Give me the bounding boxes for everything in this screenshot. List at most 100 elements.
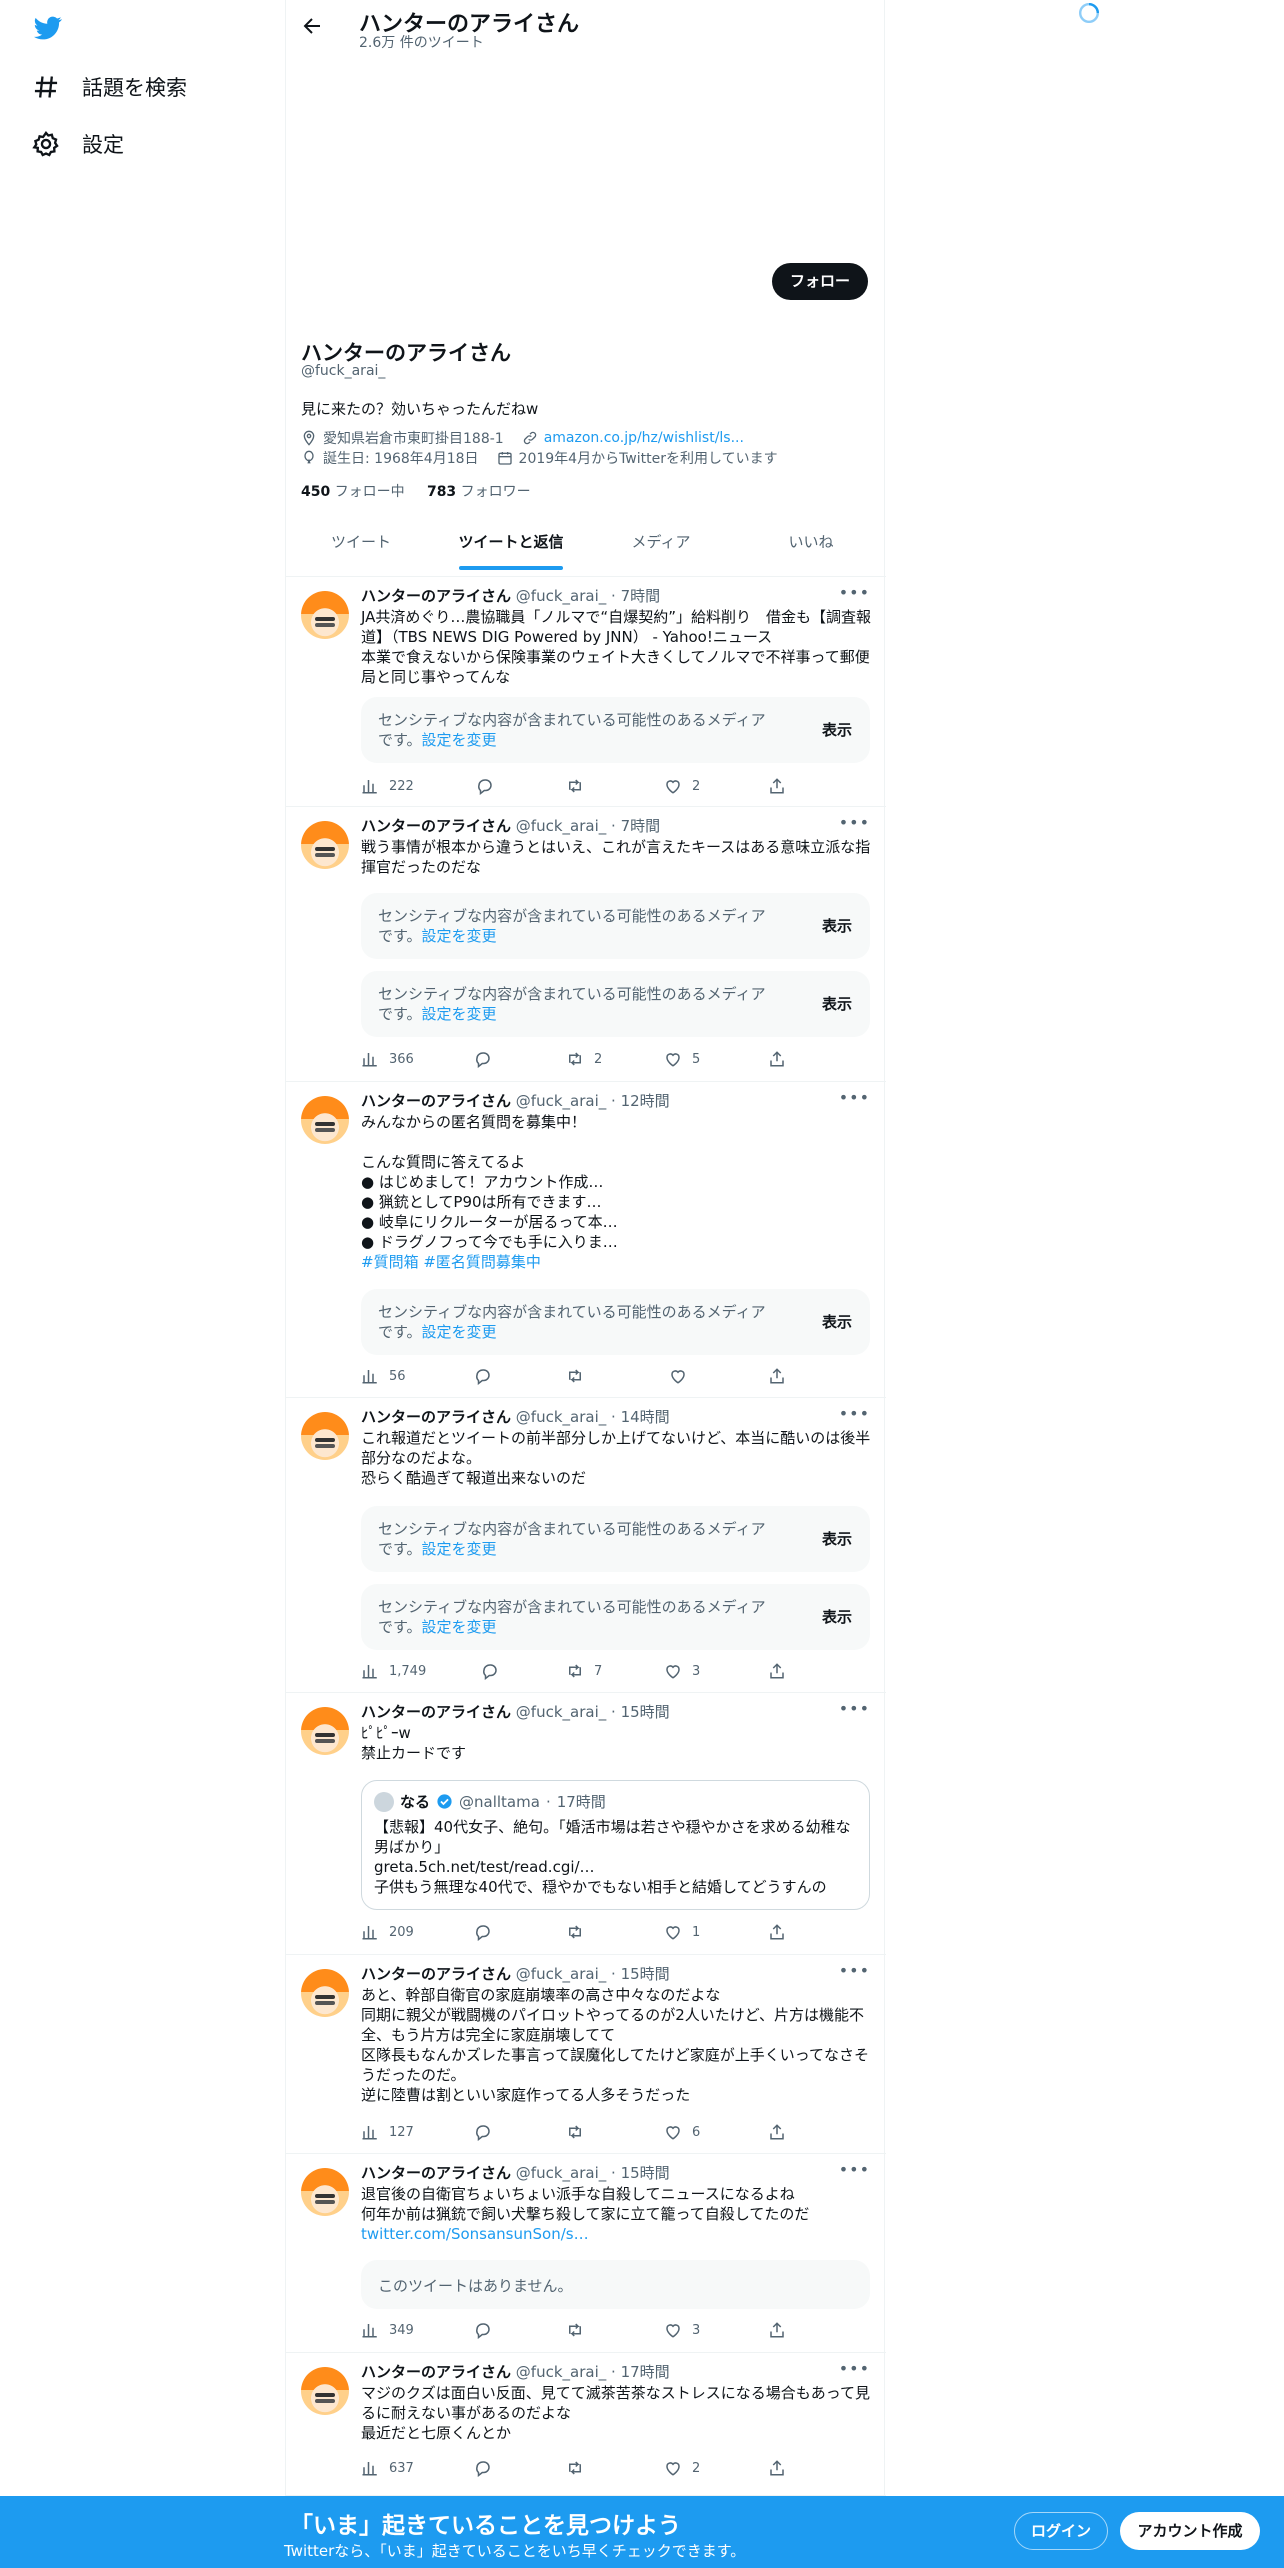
more-options-icon[interactable]: ••• bbox=[839, 1088, 870, 1107]
views-button[interactable]: 127 bbox=[361, 2123, 414, 2141]
share-button[interactable] bbox=[768, 1367, 786, 1385]
views-button[interactable]: 222 bbox=[361, 777, 414, 795]
reply-button[interactable] bbox=[476, 777, 504, 795]
avatar[interactable] bbox=[301, 591, 349, 639]
like-button[interactable] bbox=[669, 1367, 697, 1385]
share-button[interactable] bbox=[768, 1050, 786, 1068]
tweet[interactable]: ハンターのアライさん @fuck_arai_ · 7時間 ••• JA共済めぐり… bbox=[286, 577, 886, 807]
tweet[interactable]: ハンターのアライさん @fuck_arai_ · 17時間 ••• マジのクズは… bbox=[286, 2353, 886, 2496]
retweet-button[interactable] bbox=[566, 2459, 594, 2477]
show-media-button[interactable]: 表示 bbox=[822, 1606, 852, 1627]
change-settings-link[interactable]: 設定を変更 bbox=[422, 1005, 497, 1023]
show-media-button[interactable]: 表示 bbox=[822, 915, 852, 936]
more-options-icon[interactable]: ••• bbox=[839, 583, 870, 602]
tweet-link[interactable]: twitter.com/SonsansunSon/s… bbox=[361, 2225, 589, 2243]
more-options-icon[interactable]: ••• bbox=[839, 1699, 870, 1718]
change-settings-link[interactable]: 設定を変更 bbox=[422, 731, 497, 749]
share-button[interactable] bbox=[768, 777, 786, 795]
change-settings-link[interactable]: 設定を変更 bbox=[422, 1618, 497, 1636]
views-button[interactable]: 637 bbox=[361, 2459, 414, 2477]
like-button[interactable]: 6 bbox=[664, 2123, 700, 2141]
views-button[interactable]: 56 bbox=[361, 1367, 406, 1385]
share-icon bbox=[770, 2124, 784, 2140]
avatar[interactable] bbox=[301, 2367, 349, 2415]
tweet-actions: 56 bbox=[361, 1367, 796, 1387]
show-media-button[interactable]: 表示 bbox=[822, 1311, 852, 1332]
show-media-button[interactable]: 表示 bbox=[822, 993, 852, 1014]
retweet-button[interactable] bbox=[566, 1923, 594, 1941]
follow-button[interactable]: フォロー bbox=[771, 263, 868, 300]
like-button[interactable]: 3 bbox=[664, 2321, 700, 2339]
login-button[interactable]: ログイン bbox=[1014, 2512, 1108, 2550]
tab-tweets-and-replies[interactable]: ツイートと返信 bbox=[436, 520, 586, 576]
following-link[interactable]: 450 フォロー中 bbox=[301, 484, 405, 500]
more-options-icon[interactable]: ••• bbox=[839, 2359, 870, 2378]
tweet[interactable]: ハンターのアライさん @fuck_arai_ · 15時間 ••• ﾋﾟﾋﾟｰw… bbox=[286, 1693, 886, 1955]
tab-likes[interactable]: いいね bbox=[736, 520, 886, 576]
views-button[interactable]: 209 bbox=[361, 1923, 414, 1941]
avatar[interactable] bbox=[301, 1969, 349, 2017]
link-icon bbox=[523, 431, 536, 445]
more-options-icon[interactable]: ••• bbox=[839, 2160, 870, 2179]
tweet[interactable]: ハンターのアライさん @fuck_arai_ · 12時間 ••• みんなからの… bbox=[286, 1082, 886, 1398]
retweet-button[interactable] bbox=[566, 2123, 594, 2141]
like-button[interactable]: 2 bbox=[664, 2459, 700, 2477]
share-button[interactable] bbox=[768, 1923, 786, 1941]
sidebar-item-settings[interactable]: 設定 bbox=[32, 129, 124, 159]
reply-button[interactable] bbox=[474, 1923, 502, 1941]
tab-tweets[interactable]: ツイート bbox=[286, 520, 436, 576]
reply-icon bbox=[476, 1369, 490, 1385]
hashtag-links[interactable]: #質問箱 #匿名質問募集中 bbox=[361, 1253, 541, 1271]
avatar[interactable] bbox=[301, 2168, 349, 2216]
reply-button[interactable] bbox=[474, 1367, 502, 1385]
views-button[interactable]: 366 bbox=[361, 1050, 414, 1068]
tweet[interactable]: ハンターのアライさん @fuck_arai_ · 15時間 ••• 退官後の自衛… bbox=[286, 2154, 886, 2353]
retweet-button[interactable] bbox=[566, 2321, 594, 2339]
change-settings-link[interactable]: 設定を変更 bbox=[422, 1540, 497, 1558]
reply-button[interactable] bbox=[481, 1662, 509, 1680]
more-options-icon[interactable]: ••• bbox=[839, 1961, 870, 1980]
show-media-button[interactable]: 表示 bbox=[822, 719, 852, 740]
show-media-button[interactable]: 表示 bbox=[822, 1528, 852, 1549]
retweet-button[interactable]: 2 bbox=[566, 1050, 602, 1068]
retweet-button[interactable]: 7 bbox=[566, 1662, 602, 1680]
more-options-icon[interactable]: ••• bbox=[839, 1404, 870, 1423]
twitter-logo-icon[interactable] bbox=[32, 14, 64, 42]
reply-button[interactable] bbox=[474, 1050, 502, 1068]
avatar[interactable] bbox=[301, 1096, 349, 1144]
heart-icon bbox=[666, 1053, 680, 1067]
followers-link[interactable]: 783 フォロワー bbox=[427, 484, 531, 500]
signup-button[interactable]: アカウント作成 bbox=[1120, 2512, 1260, 2550]
back-arrow-icon[interactable] bbox=[300, 14, 324, 38]
quoted-tweet-text: 【悲報】40代女子、絶句。「婚活市場は若さや穏やかさを求める幼稚な男ばかり」 g… bbox=[374, 1818, 851, 1896]
share-button[interactable] bbox=[768, 1662, 786, 1680]
like-button[interactable]: 5 bbox=[664, 1050, 700, 1068]
tweet[interactable]: ハンターのアライさん @fuck_arai_ · 15時間 ••• あと、幹部自… bbox=[286, 1955, 886, 2154]
reply-button[interactable] bbox=[474, 2123, 502, 2141]
reply-button[interactable] bbox=[474, 2459, 502, 2477]
share-button[interactable] bbox=[768, 2459, 786, 2477]
reply-button[interactable] bbox=[474, 2321, 502, 2339]
avatar[interactable] bbox=[301, 1707, 349, 1755]
like-button[interactable]: 3 bbox=[664, 1662, 700, 1680]
quoted-tweet[interactable]: なる @nalltama · 17時間 【悲報】40代女子、絶句。「婚活市場は若… bbox=[361, 1780, 870, 1910]
tab-media[interactable]: メディア bbox=[586, 520, 736, 576]
tweet-text: ﾋﾟﾋﾟｰw 禁止カードです bbox=[361, 1724, 467, 1762]
tweet[interactable]: ハンターのアライさん @fuck_arai_ · 14時間 ••• これ報道だと… bbox=[286, 1398, 886, 1693]
retweet-button[interactable] bbox=[566, 1367, 594, 1385]
share-button[interactable] bbox=[768, 2123, 786, 2141]
change-settings-link[interactable]: 設定を変更 bbox=[422, 1323, 497, 1341]
views-button[interactable]: 1,749 bbox=[361, 1662, 426, 1680]
more-options-icon[interactable]: ••• bbox=[839, 813, 870, 832]
profile-link[interactable]: amazon.co.jp/hz/wishlist/ls... bbox=[544, 430, 744, 446]
like-button[interactable]: 1 bbox=[664, 1923, 700, 1941]
retweet-button[interactable] bbox=[566, 777, 594, 795]
avatar[interactable] bbox=[301, 1412, 349, 1460]
views-button[interactable]: 349 bbox=[361, 2321, 414, 2339]
tweet[interactable]: ハンターのアライさん @fuck_arai_ · 7時間 ••• 戦う事情が根本… bbox=[286, 807, 886, 1082]
share-button[interactable] bbox=[768, 2321, 786, 2339]
avatar[interactable] bbox=[301, 821, 349, 869]
change-settings-link[interactable]: 設定を変更 bbox=[422, 927, 497, 945]
like-button[interactable]: 2 bbox=[664, 777, 700, 795]
sidebar-item-explore[interactable]: 話題を検索 bbox=[32, 72, 187, 102]
